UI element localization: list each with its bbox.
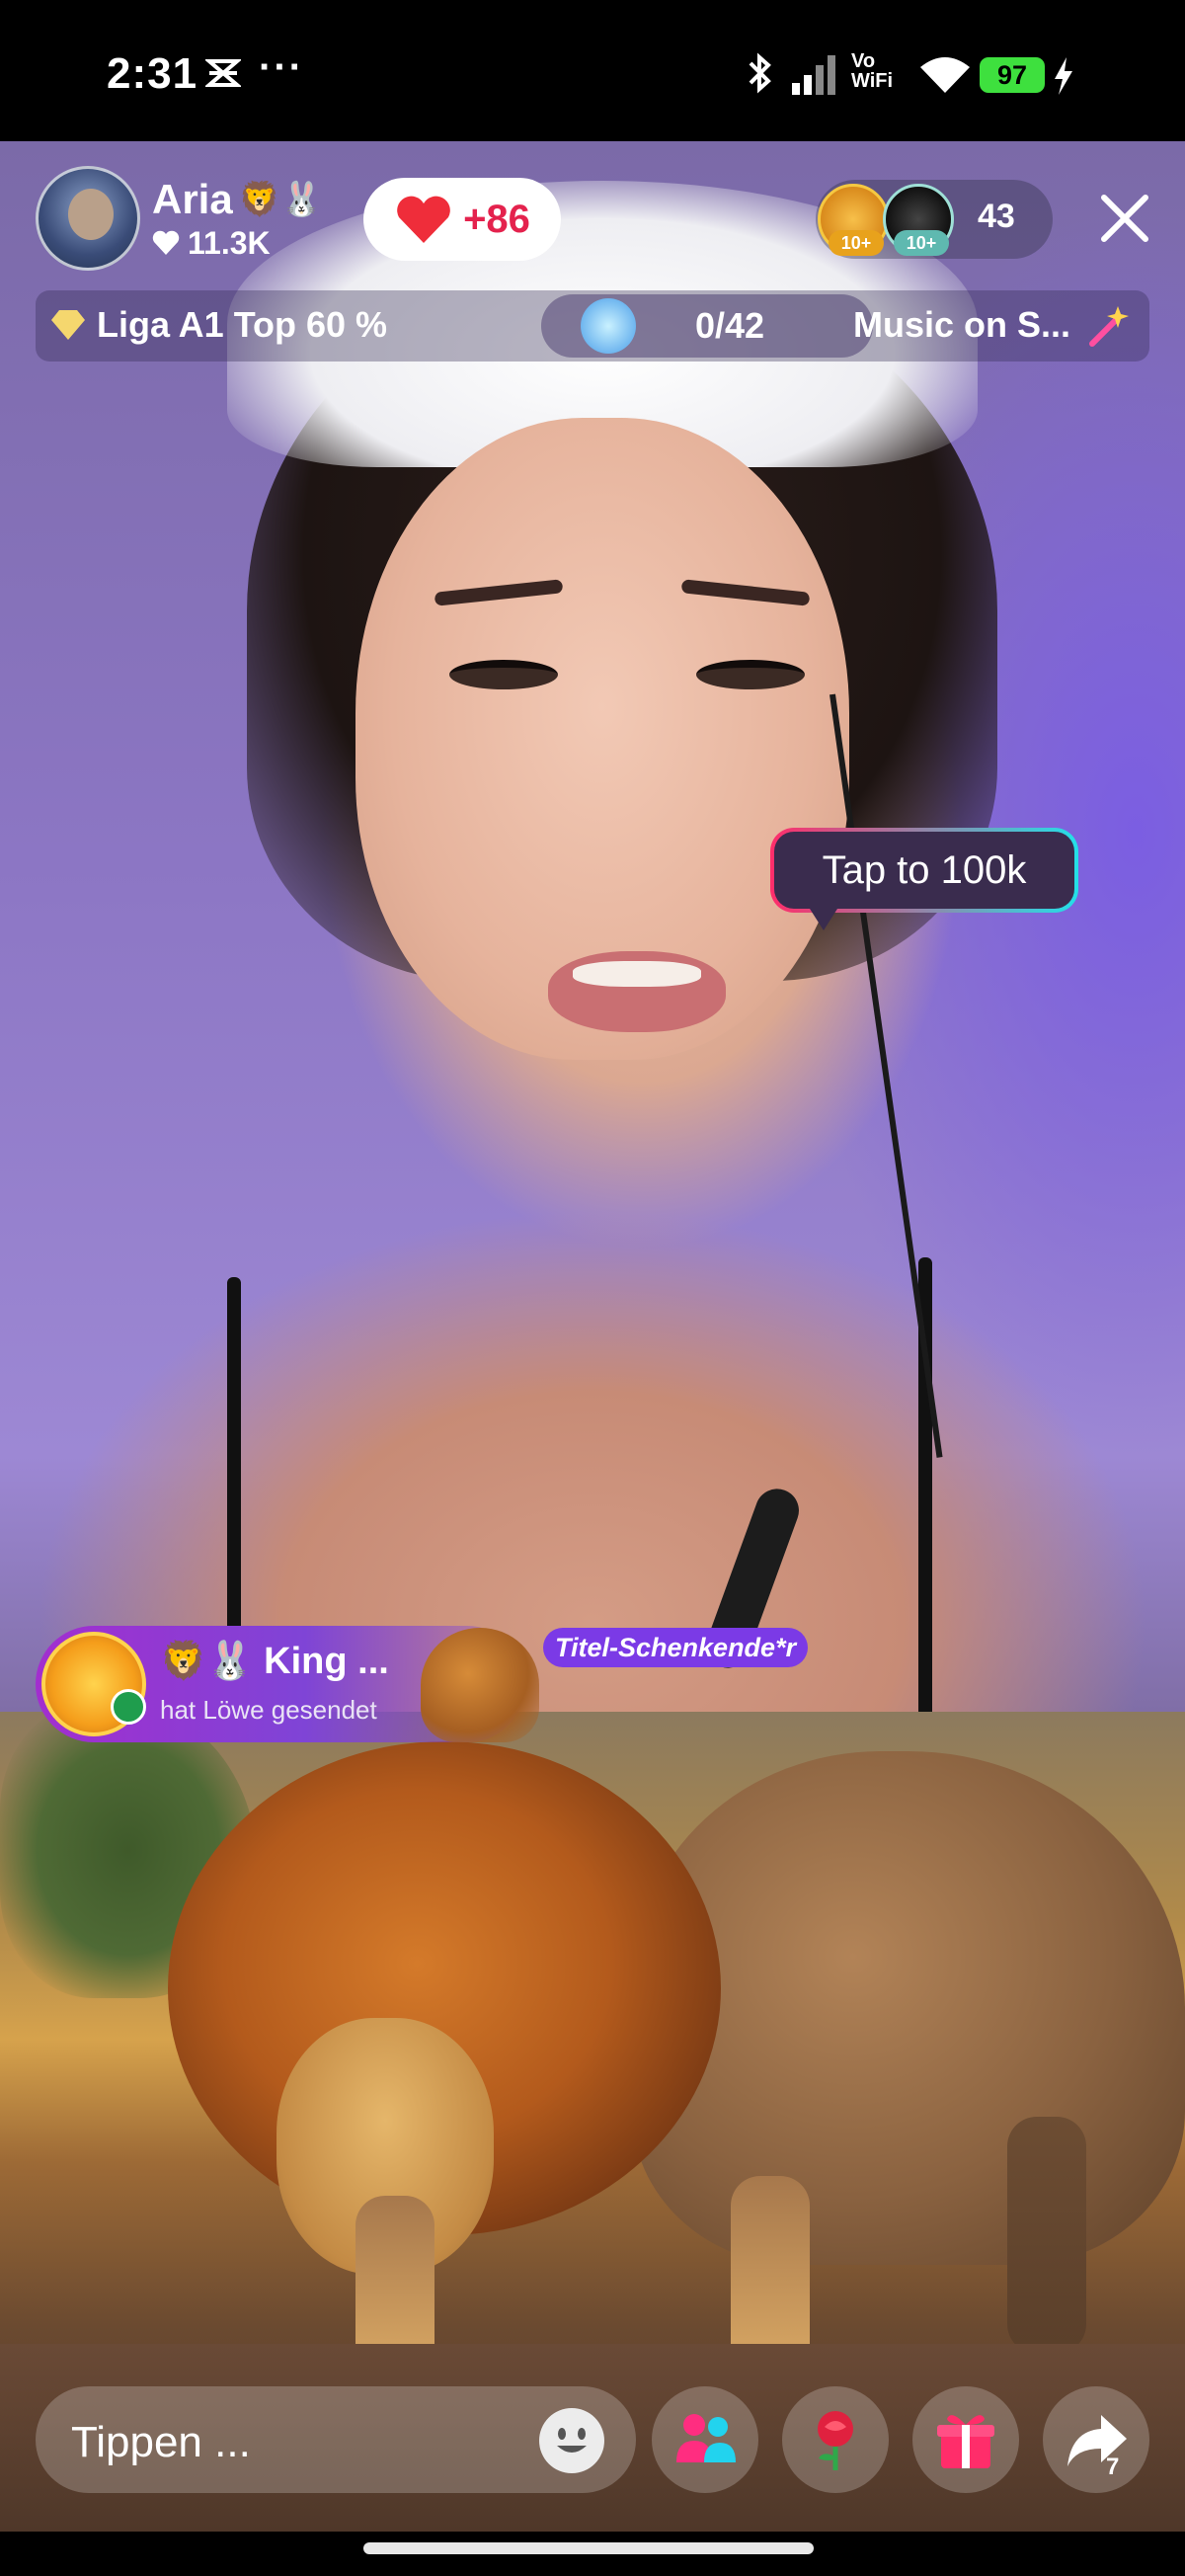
league-label: Liga A1 Top 60 % (97, 304, 388, 345)
live-info-bar: Liga A1 Top 60 % 0/42 Music on S... (36, 290, 1149, 362)
tap-goal-text: Tap to 100k (774, 832, 1074, 909)
top-viewer-avatar[interactable]: 10+ (883, 184, 954, 256)
host-avatar[interactable] (36, 166, 140, 271)
bluetooth-icon (749, 52, 771, 94)
magic-wand-icon[interactable] (1086, 304, 1130, 348)
top-viewer-avatar[interactable]: 10+ (818, 184, 889, 256)
rose-button[interactable] (782, 2386, 889, 2493)
gift-button[interactable] (912, 2386, 1019, 2493)
left-eye (449, 660, 558, 689)
tap-goal-bubble[interactable]: Tap to 100k (770, 828, 1078, 913)
like-button[interactable]: +86 (363, 178, 561, 261)
vowifi-line2: WiFi (851, 70, 894, 92)
wifi-icon (920, 57, 970, 93)
host-name-row: Aria 🦁🐰 (152, 176, 322, 223)
people-icon (676, 2414, 736, 2462)
streamer-teeth (573, 961, 701, 987)
league-badge[interactable]: Liga A1 Top 60 % (49, 304, 387, 346)
lion-gift-icon (421, 1628, 539, 1742)
gift-goal-widget[interactable]: 0/42 (541, 294, 873, 358)
music-ticker[interactable]: Music on S... (853, 304, 1070, 346)
status-bar: 2:31 ··· Vo WiFi 97 (0, 0, 1185, 141)
share-icon (1067, 2415, 1127, 2466)
goal-progress: 0/42 (695, 305, 765, 346)
signal-icon (792, 55, 835, 95)
like-count-label: +86 (463, 197, 530, 241)
more-notifications-icon: ··· (259, 45, 304, 89)
lion-leg (1007, 2117, 1086, 2354)
rose-icon (818, 2411, 853, 2470)
host-name-emoji: 🦁🐰 (238, 180, 323, 218)
gift-icon (937, 2415, 994, 2468)
status-time: 2:31 (107, 49, 198, 98)
viewer-count: 43 (978, 198, 1015, 235)
gift-notification[interactable]: 🦁🐰 King ... hat Löwe gesendet (36, 1626, 539, 1742)
host-profile-card[interactable]: Aria 🦁🐰 11.3K (36, 166, 322, 271)
charging-icon (1055, 57, 1072, 95)
people-button[interactable] (652, 2386, 758, 2493)
notification-icon (205, 59, 241, 87)
host-likes-row: 11.3K (152, 225, 322, 262)
home-indicator[interactable] (363, 2542, 814, 2554)
viewer-list[interactable]: 10+ 10+ 43 (816, 180, 1053, 259)
host-name: Aria (152, 175, 233, 222)
live-video-stream[interactable] (0, 141, 1185, 2532)
title-gifter-tag: Titel-Schenkende*r (543, 1628, 809, 1667)
gifter-avatar[interactable] (41, 1632, 146, 1736)
gift-action-text: hat Löwe gesendet (160, 1695, 377, 1725)
heart-icon (152, 230, 180, 255)
share-count: 7 (1106, 2454, 1120, 2480)
red-heart-icon (397, 196, 450, 243)
battery-icon: 97 (980, 57, 1045, 93)
viewer-badge: 10+ (894, 230, 949, 256)
host-info[interactable]: Aria 🦁🐰 11.3K (152, 176, 322, 262)
right-eye (696, 660, 805, 689)
vowifi-line1: Vo (851, 50, 876, 72)
close-icon[interactable] (1096, 190, 1153, 247)
viewer-badge: 10+ (829, 230, 884, 256)
goal-gift-icon (581, 298, 636, 354)
gifter-name: 🦁🐰 King ... (160, 1641, 389, 1682)
share-button[interactable] (1043, 2386, 1149, 2493)
host-likes-count: 11.3K (188, 224, 271, 261)
comment-placeholder: Tippen ... (71, 2418, 251, 2466)
diamond-icon (51, 310, 85, 340)
tap-goal-bubble-tail (810, 909, 837, 930)
vowifi-indicator: Vo WiFi (851, 51, 893, 91)
emoji-icon[interactable] (539, 2408, 604, 2473)
